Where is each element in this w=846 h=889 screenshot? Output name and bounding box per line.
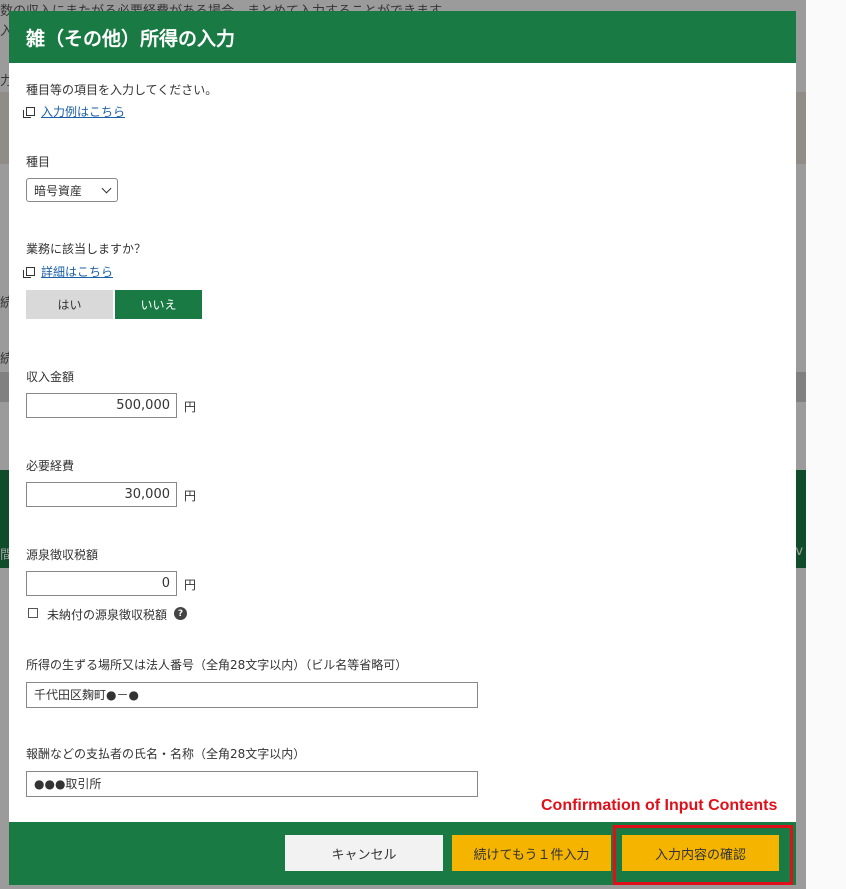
example-link-label: 入力例はこちら — [41, 105, 126, 119]
payer-input[interactable]: ●●●取引所 — [26, 771, 478, 797]
category-label: 種目 — [26, 155, 51, 169]
intro-text: 種目等の項目を入力してください。 — [26, 83, 218, 97]
category-select[interactable]: 暗号資産 — [26, 178, 118, 202]
detail-link-label: 詳細はこちら — [41, 265, 114, 279]
modal-header: 雑（その他）所得の入力 — [9, 11, 796, 63]
business-no-button[interactable]: いいえ — [115, 290, 202, 319]
income-unit: 円 — [184, 400, 197, 414]
payer-label: 報酬などの支払者の氏名・名称（全角28文字以内） — [26, 747, 306, 761]
annotation-highlight-box — [613, 825, 793, 885]
withholding-unit: 円 — [184, 578, 197, 592]
detail-link[interactable]: 詳細はこちら — [23, 263, 114, 280]
location-input[interactable]: 千代田区麹町●－● — [26, 682, 478, 708]
withholding-input[interactable]: 0 — [26, 571, 177, 596]
cancel-button[interactable]: キャンセル — [285, 835, 443, 871]
chevron-down-icon — [101, 183, 112, 194]
add-another-button[interactable]: 続けてもう１件入力 — [452, 835, 611, 871]
expenses-label: 必要経費 — [26, 459, 75, 473]
category-selected-value: 暗号資産 — [34, 183, 83, 198]
annotation-label: Confirmation of Input Contents — [541, 797, 778, 814]
income-entry-modal: 雑（その他）所得の入力 種目等の項目を入力してください。 入力例はこちら 種目 … — [9, 11, 796, 885]
location-label: 所得の生ずる場所又は法人番号（全角28文字以内）（ビル名等省略可） — [26, 658, 408, 672]
help-icon[interactable]: ? — [174, 607, 187, 620]
income-amount-input[interactable]: 500,000 — [26, 393, 177, 418]
business-question: 業務に該当しますか？ — [26, 242, 147, 256]
external-window-icon — [23, 107, 35, 118]
expenses-input[interactable]: 30,000 — [26, 482, 177, 507]
income-label: 収入金額 — [26, 370, 75, 384]
unpaid-withholding-checkbox[interactable] — [28, 608, 38, 618]
expenses-unit: 円 — [184, 489, 197, 503]
external-window-icon — [23, 267, 35, 278]
unpaid-withholding-label: 未納付の源泉徴収税額 — [47, 608, 168, 622]
withholding-label: 源泉徴収税額 — [26, 548, 99, 562]
modal-title: 雑（その他）所得の入力 — [26, 28, 236, 50]
example-link[interactable]: 入力例はこちら — [23, 103, 126, 120]
business-yes-button[interactable]: はい — [26, 290, 113, 319]
